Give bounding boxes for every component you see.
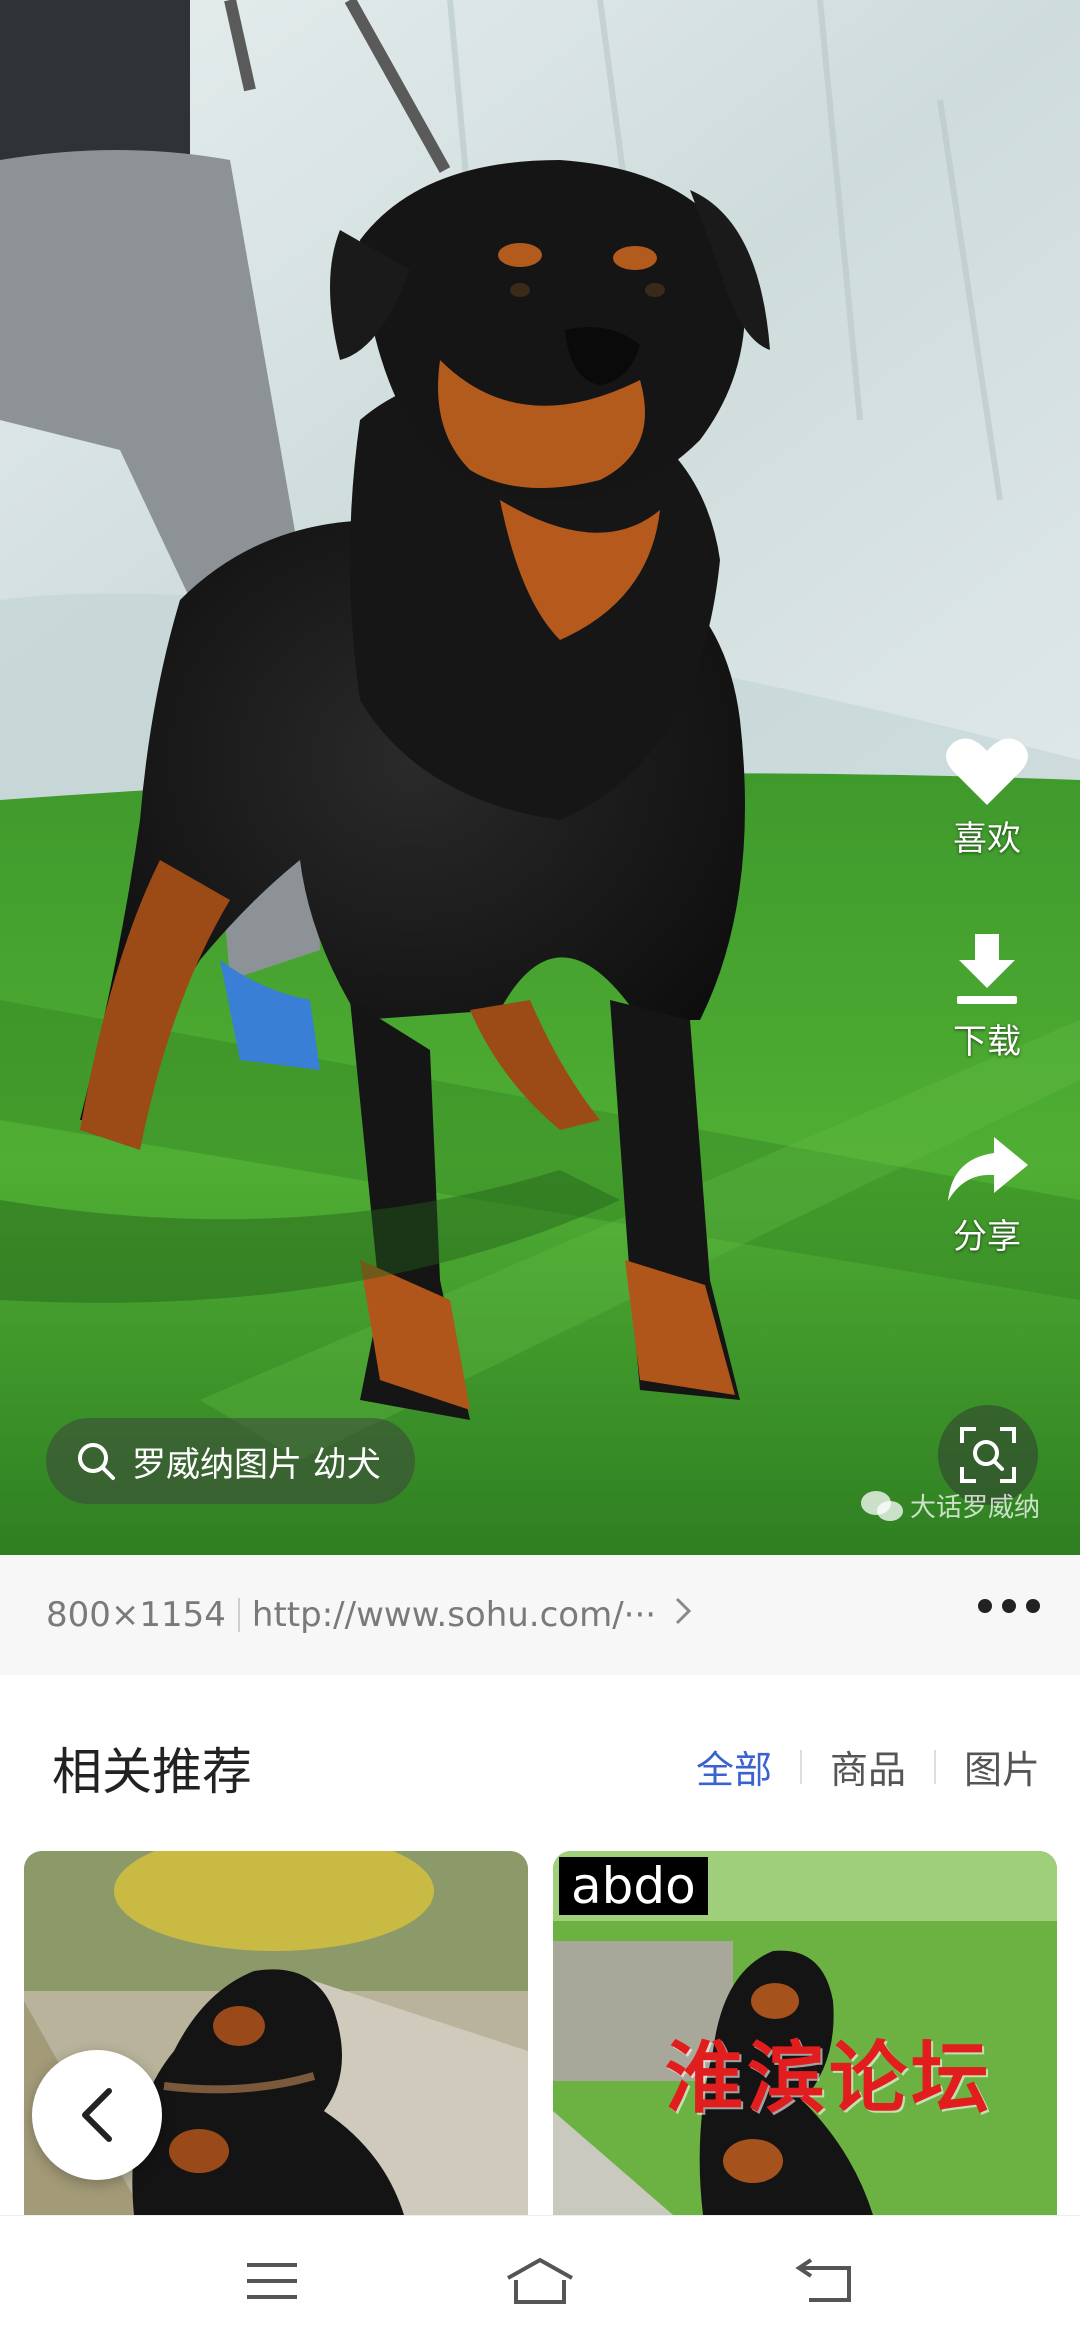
like-button[interactable]: 喜欢: [922, 735, 1052, 860]
back-nav-button[interactable]: [785, 2246, 865, 2316]
watermark: 大话罗威纳: [860, 1487, 1040, 1524]
image-viewer[interactable]: 喜欢 下载 分享 罗威纳图片 幼犬 大话罗威纳: [0, 0, 1080, 1555]
card-tag: abdo: [559, 1857, 708, 1915]
back-icon: [795, 2258, 851, 2302]
source-url-link[interactable]: http://www.sohu.com/···: [252, 1595, 656, 1635]
image-dimensions: 800×1154: [46, 1595, 226, 1635]
system-nav-bar: [0, 2215, 1080, 2340]
related-section: 相关推荐 全部 商品 图片 abdo 淮滨论坛: [0, 1675, 1080, 2215]
download-label: 下载: [953, 1022, 1021, 1062]
filter-tabs: 全部 商品 图片: [668, 1739, 1040, 1794]
image-info-row: 800×1154 http://www.sohu.com/···: [0, 1555, 1080, 1675]
divider: [237, 1598, 240, 1632]
lens-icon: [960, 1427, 1016, 1483]
like-label: 喜欢: [953, 819, 1021, 859]
share-button[interactable]: 分享: [922, 1133, 1052, 1258]
related-card-2[interactable]: abdo 淮滨论坛: [553, 1851, 1057, 2215]
menu-button[interactable]: [232, 2246, 312, 2316]
download-button[interactable]: 下载: [922, 930, 1052, 1063]
tab-products[interactable]: 商品: [802, 1739, 934, 1794]
heart-icon: [946, 738, 1028, 805]
back-button[interactable]: [32, 2050, 162, 2180]
rottweiler-photo: [0, 0, 1080, 1555]
share-icon: [948, 1137, 1028, 1201]
download-icon: [957, 934, 1017, 1004]
share-label: 分享: [953, 1217, 1021, 1257]
home-button[interactable]: [500, 2246, 580, 2316]
search-icon: [78, 1443, 115, 1480]
wechat-icon: [861, 1490, 903, 1521]
card-overlay-text: 淮滨论坛: [665, 2033, 994, 2124]
search-chip-text: 罗威纳图片 幼犬: [132, 1444, 381, 1485]
tab-images[interactable]: 图片: [936, 1739, 1040, 1794]
related-title: 相关推荐: [52, 1743, 252, 1801]
side-actions: 喜欢 下载 分享: [922, 735, 1052, 1328]
tab-all[interactable]: 全部: [668, 1739, 800, 1794]
chevron-left-icon: [82, 2088, 112, 2142]
more-dots-icon[interactable]: [978, 1599, 1040, 1613]
image-search-chip[interactable]: 罗威纳图片 幼犬: [46, 1418, 415, 1504]
chevron-right-icon[interactable]: [674, 1595, 692, 1635]
watermark-text: 大话罗威纳: [910, 1493, 1041, 1523]
home-icon: [507, 2257, 573, 2304]
menu-icon: [247, 2263, 297, 2299]
